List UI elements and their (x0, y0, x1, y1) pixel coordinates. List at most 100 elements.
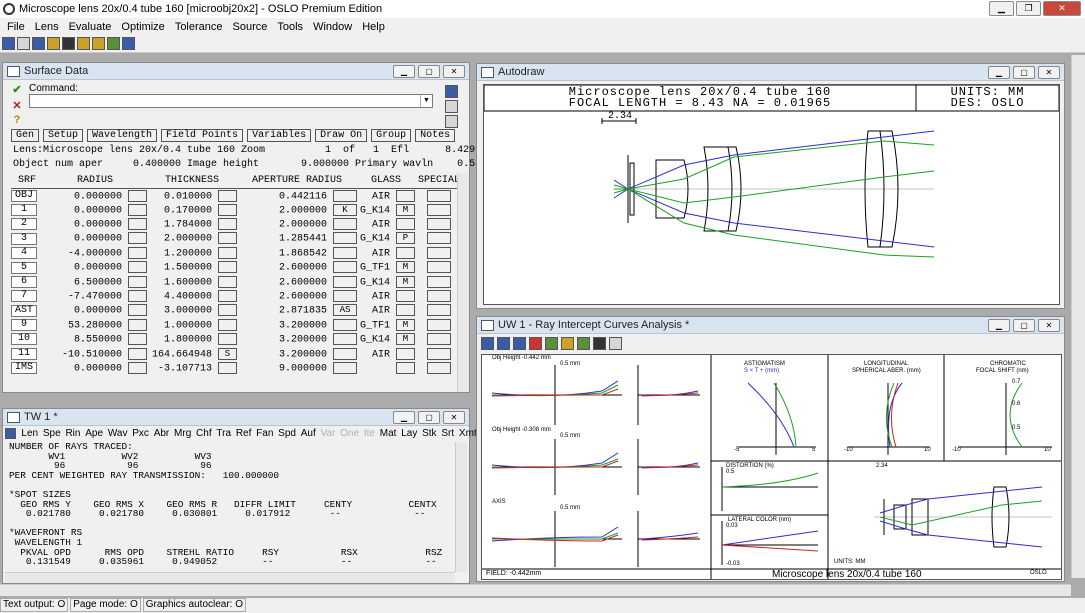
aperture-flag[interactable]: AS (333, 304, 357, 317)
glass-flag[interactable]: M (396, 318, 415, 331)
thickness-solve-box[interactable] (218, 290, 237, 302)
aperture-flag[interactable] (333, 261, 357, 274)
glass-flag[interactable] (396, 290, 415, 302)
glass-value[interactable]: G_TF1 (360, 320, 390, 331)
surface-id[interactable]: AST (11, 304, 37, 317)
menu-source[interactable]: Source (228, 21, 273, 33)
tab-mat[interactable]: Mat (377, 428, 398, 439)
radius-value[interactable]: -4.000000 (68, 248, 122, 259)
glass-flag[interactable] (396, 189, 415, 202)
surface-id[interactable]: 3 (11, 232, 37, 245)
tab-len[interactable]: Len (19, 428, 40, 439)
special-button[interactable] (427, 275, 451, 288)
close-button[interactable]: ✕ (443, 65, 465, 78)
grid-icon[interactable] (122, 37, 135, 50)
aperture-value[interactable]: 9.000000 (279, 364, 327, 375)
vertical-scrollbar[interactable] (455, 442, 467, 572)
glass-flag[interactable] (396, 347, 415, 360)
vertical-scrollbar[interactable] (457, 173, 469, 392)
setup-button[interactable]: Setup (43, 129, 84, 142)
aperture-value[interactable]: 3.200000 (279, 320, 327, 331)
aperture-flag[interactable] (333, 246, 357, 259)
menu-lens[interactable]: Lens (30, 21, 64, 33)
special-button[interactable] (427, 304, 451, 317)
surface-id[interactable]: 10 (11, 333, 37, 346)
thickness-solve-box[interactable] (218, 361, 237, 374)
special-button[interactable] (427, 261, 451, 274)
maximize-button[interactable]: ▢ (418, 65, 440, 78)
special-button[interactable] (427, 318, 451, 331)
minimize-button[interactable]: ▁ (989, 1, 1014, 16)
menu-tolerance[interactable]: Tolerance (170, 21, 228, 33)
menu-tools[interactable]: Tools (272, 21, 308, 33)
menu-window[interactable]: Window (308, 21, 357, 33)
glass-flag[interactable]: M (396, 203, 415, 216)
tab-tra[interactable]: Tra (214, 428, 233, 439)
minimize-button[interactable]: ▁ (393, 411, 415, 424)
thickness-solve-box[interactable] (218, 232, 237, 245)
minimize-button[interactable]: ▁ (988, 66, 1010, 79)
open-folder-icon[interactable] (47, 37, 60, 50)
thickness-value[interactable]: 0.010000 (164, 191, 212, 202)
thickness-value[interactable]: 1.800000 (164, 335, 212, 346)
close-button[interactable]: ✕ (443, 411, 465, 424)
thickness-value[interactable]: 164.664948 (152, 349, 212, 360)
close-button[interactable]: ✕ (1038, 319, 1060, 332)
layout-icon[interactable] (497, 337, 510, 350)
bars-icon[interactable] (593, 337, 606, 350)
thickness-value[interactable]: 1.600000 (164, 277, 212, 288)
horizontal-scrollbar[interactable] (5, 572, 455, 583)
minimize-button[interactable]: ▁ (988, 319, 1010, 332)
surface-id[interactable]: 7 (11, 290, 37, 303)
menu-help[interactable]: Help (357, 21, 390, 33)
thickness-solve-box[interactable] (218, 318, 237, 331)
radius-value[interactable]: 8.550000 (74, 335, 122, 346)
aperture-flag[interactable]: K (333, 203, 357, 216)
glass-flag[interactable]: M (396, 275, 415, 288)
close-button[interactable]: ✕ (1038, 66, 1060, 79)
aperture-flag[interactable] (333, 189, 357, 202)
tab-rin[interactable]: Rin (63, 428, 83, 439)
chevron-down-icon[interactable]: ▼ (420, 95, 432, 107)
check-icon[interactable]: ✔ (11, 84, 23, 96)
settings-icon[interactable] (77, 37, 90, 50)
radius-value[interactable]: 0.000000 (74, 263, 122, 274)
tab-fan[interactable]: Fan (254, 428, 276, 439)
thickness-solve-box[interactable] (218, 261, 237, 274)
radius-solve-box[interactable] (128, 333, 147, 346)
glass-value[interactable]: G_K14 (360, 234, 390, 245)
command-input[interactable]: ▼ (29, 94, 433, 108)
radius-solve-box[interactable] (128, 232, 147, 245)
thickness-value[interactable]: 1.200000 (164, 248, 212, 259)
aperture-value[interactable]: 0.442116 (279, 191, 327, 202)
thickness-value[interactable]: 1.784000 (164, 220, 212, 231)
special-button[interactable] (427, 203, 451, 216)
tab-stk[interactable]: Stk (420, 428, 439, 439)
radius-value[interactable]: 0.000000 (74, 306, 122, 317)
aperture-value[interactable]: 2.600000 (279, 263, 327, 274)
tab-one[interactable]: One (338, 428, 362, 439)
aperture-flag[interactable] (333, 361, 357, 374)
chart-icon[interactable] (107, 37, 120, 50)
rays-icon[interactable] (529, 337, 542, 350)
thickness-solve-box[interactable] (218, 246, 237, 259)
glass-value[interactable]: AIR (372, 248, 390, 259)
aperture-flag[interactable] (333, 290, 357, 302)
aperture-flag[interactable] (333, 232, 357, 245)
radius-value[interactable]: 0.000000 (74, 191, 122, 202)
radius-value[interactable]: -7.470000 (68, 292, 122, 303)
aperture-flag[interactable] (333, 275, 357, 288)
surface-id[interactable]: OBJ (11, 189, 37, 202)
thickness-value[interactable]: 1.000000 (164, 320, 212, 331)
field-points-button[interactable]: Field Points (161, 129, 244, 142)
radius-value[interactable]: 53.280000 (68, 320, 122, 331)
radius-value[interactable]: -10.510000 (62, 349, 122, 360)
glass-value[interactable]: G_K14 (360, 335, 390, 346)
tab-pxc[interactable]: Pxc (130, 428, 151, 439)
radius-solve-box[interactable] (128, 361, 147, 374)
glass-flag[interactable] (396, 218, 415, 231)
aperture-value[interactable]: 2.871835 (279, 306, 327, 317)
tab-lay[interactable]: Lay (399, 428, 420, 439)
glass-value[interactable]: G_K14 (360, 277, 390, 288)
tab-auf[interactable]: Auf (298, 428, 318, 439)
